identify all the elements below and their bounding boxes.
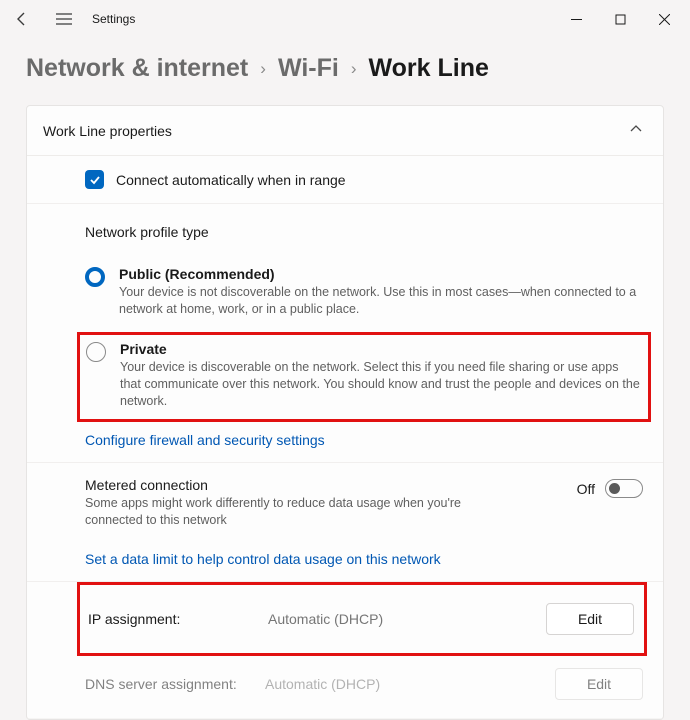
dns-assignment-label: DNS server assignment: xyxy=(85,676,265,692)
breadcrumb-current: Work Line xyxy=(368,54,488,83)
radio-public[interactable] xyxy=(85,267,105,287)
ip-assignment-edit-button[interactable]: Edit xyxy=(546,603,634,635)
highlight-ip-assignment: IP assignment: Automatic (DHCP) Edit xyxy=(77,582,647,656)
chevron-right-icon: › xyxy=(351,59,357,79)
ip-assignment-value: Automatic (DHCP) xyxy=(268,611,546,627)
back-button[interactable] xyxy=(4,3,40,35)
minimize-button[interactable] xyxy=(554,3,598,35)
close-button[interactable] xyxy=(642,3,686,35)
metered-section: Metered connection Some apps might work … xyxy=(27,463,663,582)
radio-private-title: Private xyxy=(120,341,640,357)
radio-public-title: Public (Recommended) xyxy=(119,266,639,282)
titlebar: Settings xyxy=(0,0,690,38)
panel-header[interactable]: Work Line properties xyxy=(27,106,663,156)
metered-title: Metered connection xyxy=(85,477,485,493)
titlebar-label: Settings xyxy=(92,12,135,26)
metered-toggle[interactable] xyxy=(605,479,643,498)
auto-connect-checkbox[interactable] xyxy=(85,170,104,189)
chevron-up-icon xyxy=(629,122,643,139)
highlight-private: Private Your device is discoverable on t… xyxy=(77,332,651,423)
breadcrumb-wifi[interactable]: Wi-Fi xyxy=(278,54,339,83)
data-limit-link[interactable]: Set a data limit to help control data us… xyxy=(85,551,643,567)
profile-type-label: Network profile type xyxy=(85,224,643,240)
breadcrumb-network[interactable]: Network & internet xyxy=(26,54,248,83)
menu-icon[interactable] xyxy=(46,3,82,35)
auto-connect-row: Connect automatically when in range xyxy=(27,156,663,204)
chevron-right-icon: › xyxy=(260,59,266,79)
metered-desc: Some apps might work differently to redu… xyxy=(85,495,485,529)
radio-private-desc: Your device is discoverable on the netwo… xyxy=(120,359,640,410)
properties-panel: Work Line properties Connect automatical… xyxy=(26,105,664,720)
panel-title: Work Line properties xyxy=(43,123,172,139)
ip-assignment-label: IP assignment: xyxy=(88,611,268,627)
radio-public-desc: Your device is not discoverable on the n… xyxy=(119,284,639,318)
dns-assignment-edit-button[interactable]: Edit xyxy=(555,668,643,700)
auto-connect-label: Connect automatically when in range xyxy=(116,172,346,188)
dns-assignment-value: Automatic (DHCP) xyxy=(265,676,555,692)
radio-private[interactable] xyxy=(86,342,106,362)
metered-state-label: Off xyxy=(577,481,595,497)
profile-type-section: Network profile type Public (Recommended… xyxy=(27,204,663,463)
breadcrumb: Network & internet › Wi-Fi › Work Line xyxy=(26,54,664,83)
maximize-button[interactable] xyxy=(598,3,642,35)
toggle-knob xyxy=(609,483,620,494)
firewall-link[interactable]: Configure firewall and security settings xyxy=(85,432,643,448)
